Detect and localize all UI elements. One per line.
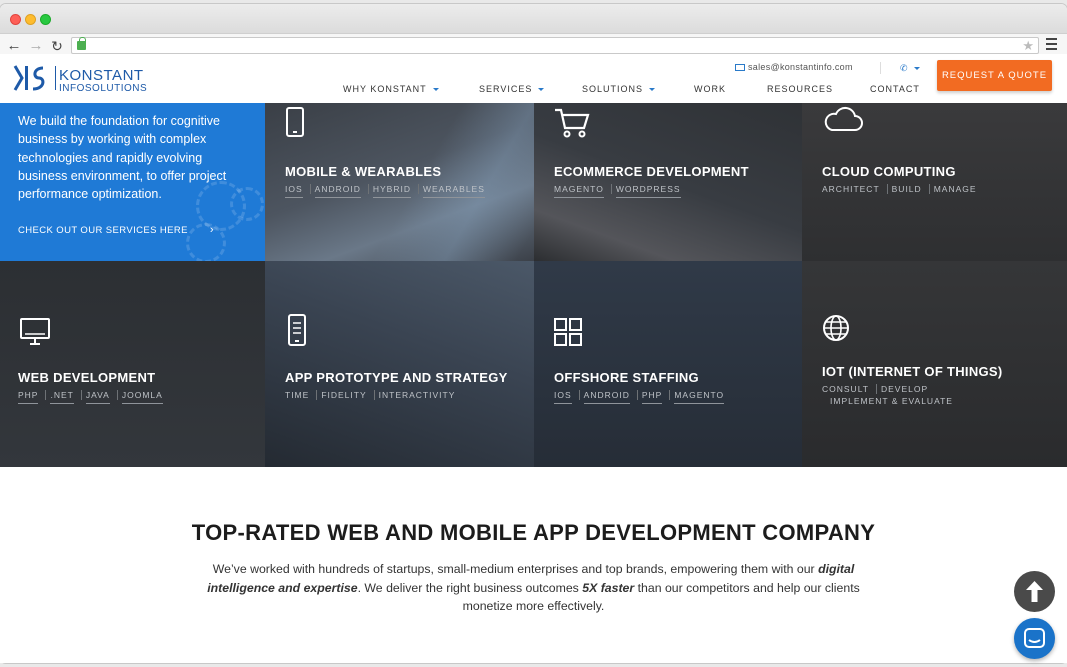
tag[interactable]: IOS	[285, 184, 311, 198]
tag[interactable]: MAGENTO	[674, 390, 725, 404]
title-bar	[0, 4, 1067, 34]
tag[interactable]: INTERACTIVITY	[379, 390, 456, 403]
email-text: sales@konstantinfo.com	[748, 62, 853, 72]
back-arrow-icon[interactable]: ←	[6, 37, 22, 55]
chat-icon	[1024, 628, 1045, 648]
tile-app-prototype[interactable]: APP PROTOTYPE AND STRATEGY TIME FIDELITY I…	[265, 261, 534, 467]
tag[interactable]: ARCHITECT	[822, 184, 888, 197]
tile-tags-second-row: IMPLEMENT & EVALUATE	[830, 396, 965, 409]
scroll-to-top-button[interactable]	[1014, 571, 1055, 612]
tile-title: MOBILE & WEARABLES	[285, 164, 442, 179]
hamburger-menu-icon[interactable]	[1046, 38, 1057, 53]
tile-tags: ARCHITECT BUILD MANAGE	[822, 184, 989, 197]
lock-icon	[77, 37, 86, 50]
nav-solutions[interactable]: SOLUTIONS	[582, 84, 656, 94]
maximize-window-button[interactable]	[40, 14, 51, 25]
tile-tags: IOS ANDROID HYBRID WEARABLES	[285, 184, 497, 198]
nav-work[interactable]: WORK	[694, 84, 726, 94]
tag[interactable]: .NET	[50, 390, 83, 404]
email-link[interactable]: sales@konstantinfo.com	[735, 62, 853, 72]
tile-tags: IOS ANDROID PHP MAGENTO	[554, 390, 736, 404]
nav-resources[interactable]: RESOURCES	[767, 84, 833, 94]
tag[interactable]: ANDROID	[314, 184, 370, 198]
tile-background	[0, 261, 265, 467]
nav-why-konstant[interactable]: WHY KONSTANT	[343, 84, 439, 94]
logo-subname: INFOSOLUTIONS	[59, 83, 148, 94]
tile-title: ECOMMERCE DEVELOPMENT	[554, 164, 749, 179]
monitor-icon	[20, 318, 50, 345]
main-content: TOP-RATED WEB AND MOBILE APP DEVELOPMENT…	[0, 467, 1067, 663]
close-window-button[interactable]	[10, 14, 21, 25]
tile-iot[interactable]: IOT (INTERNET OF THINGS) CONSULT DEVELOP …	[802, 261, 1067, 467]
tile-title: CLOUD COMPUTING	[822, 164, 956, 179]
tile-tags: PHP .NET JAVA JOOMLA	[18, 390, 175, 404]
tag[interactable]: HYBRID	[372, 184, 420, 198]
tag[interactable]: PHP	[18, 390, 48, 404]
reload-icon[interactable]: ↻	[49, 37, 65, 55]
cloud-icon	[824, 106, 863, 131]
chevron-down-icon	[649, 88, 656, 92]
tag[interactable]: MAGENTO	[554, 184, 612, 198]
tile-overlay	[265, 103, 534, 261]
tile-title: OFFSHORE STAFFING	[554, 370, 699, 385]
tag[interactable]: WORDPRESS	[615, 184, 681, 198]
prototype-icon	[288, 314, 306, 346]
logo-divider	[55, 66, 56, 90]
nav-contact[interactable]: CONTACT	[870, 84, 920, 94]
tag[interactable]: ANDROID	[583, 390, 639, 404]
page-headline: TOP-RATED WEB AND MOBILE APP DEVELOPMENT…	[191, 520, 876, 545]
tag[interactable]: FIDELITY	[321, 390, 375, 403]
chevron-right-icon: ›	[209, 224, 214, 236]
mobile-icon	[286, 107, 304, 137]
tile-title: IOT (INTERNET OF THINGS)	[822, 364, 1003, 379]
tag[interactable]: MANAGE	[934, 184, 977, 197]
arrow-up-icon	[1026, 581, 1043, 602]
tag[interactable]: PHP	[641, 390, 672, 404]
tile-mobile-wearables[interactable]: MOBILE & WEARABLES IOS ANDROID HYBRID WEARA…	[265, 103, 534, 261]
minimize-window-button[interactable]	[25, 14, 36, 25]
tile-web-development[interactable]: WEB DEVELOPMENT PHP .NET JAVA JOOMLA	[0, 261, 265, 467]
services-grid: We build the foundation for cognitive bu…	[0, 103, 1067, 467]
tile-background	[265, 261, 534, 467]
tag[interactable]: IOS	[554, 390, 580, 404]
tile-tags: MAGENTO WORDPRESS	[554, 184, 693, 198]
tag[interactable]: IMPLEMENT & EVALUATE	[830, 396, 953, 409]
request-quote-button[interactable]: REQUEST A QUOTE	[937, 60, 1052, 91]
mail-icon	[735, 64, 745, 72]
address-bar[interactable]: ★	[71, 37, 1039, 54]
logo-mark-icon	[13, 65, 45, 91]
tile-tags: TIME FIDELITY INTERACTIVITY	[285, 390, 467, 403]
logo-name: KONSTANT	[59, 67, 144, 84]
tile-title: APP PROTOTYPE AND STRATEGY	[285, 370, 508, 385]
tile-title: WEB DEVELOPMENT	[18, 370, 156, 385]
tile-offshore-staffing[interactable]: OFFSHORE STAFFING IOS ANDROID PHP MAGENTO	[534, 261, 802, 467]
tile-ecommerce[interactable]: ECOMMERCE DEVELOPMENT MAGENTO WORDPRESS	[534, 103, 802, 261]
tag[interactable]: TIME	[285, 390, 318, 403]
intro-tile: We build the foundation for cognitive bu…	[0, 103, 265, 261]
site-header: KONSTANT INFOSOLUTIONS sales@konstantinf…	[0, 54, 1067, 103]
tag[interactable]: BUILD	[892, 184, 930, 197]
chevron-down-icon	[432, 88, 439, 92]
chevron-down-icon	[538, 88, 545, 92]
phone-icon[interactable]: ✆	[900, 63, 920, 74]
bookmark-star-icon[interactable]: ★	[1022, 38, 1034, 54]
forward-arrow-icon[interactable]: →	[28, 37, 44, 55]
top-divider	[880, 62, 881, 74]
grid-icon	[554, 318, 582, 346]
tag[interactable]: JAVA	[85, 390, 118, 404]
tag[interactable]: JOOMLA	[121, 390, 163, 404]
intro-paragraph: We’ve worked with hundreds of startups, …	[207, 562, 860, 613]
globe-icon	[823, 315, 849, 341]
intro-text: We build the foundation for cognitive bu…	[18, 114, 227, 202]
cart-icon	[555, 108, 590, 138]
nav-services[interactable]: SERVICES	[479, 84, 545, 94]
tag[interactable]: WEARABLES	[422, 184, 485, 198]
tile-background	[534, 261, 802, 467]
services-link[interactable]: CHECK OUT OUR SERVICES HERE ›	[18, 224, 214, 236]
tile-cloud-computing[interactable]: CLOUD COMPUTING ARCHITECT BUILD MANAGE	[802, 103, 1067, 261]
chat-button[interactable]	[1014, 618, 1055, 659]
